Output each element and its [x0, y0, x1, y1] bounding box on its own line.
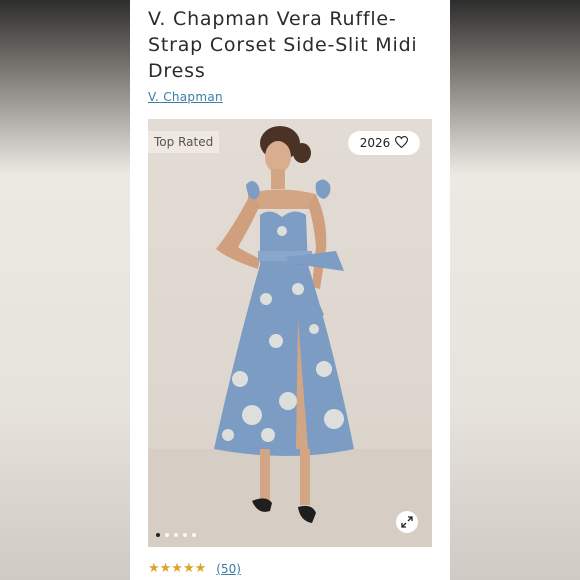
heart-icon: [395, 135, 409, 151]
brand-link[interactable]: V. Chapman: [148, 90, 223, 104]
blurred-background-left: [0, 0, 130, 580]
star-rating: ★★★★★: [148, 561, 207, 576]
product-card: V. Chapman Vera Ruffle-Strap Corset Side…: [130, 0, 450, 580]
carousel-dot[interactable]: [165, 533, 169, 537]
rating-row: ★★★★★ (50): [148, 561, 241, 576]
expand-icon: [401, 513, 413, 532]
dress-illustration: [148, 126, 432, 547]
carousel-dot[interactable]: [156, 533, 160, 537]
carousel-dot[interactable]: [174, 533, 178, 537]
favorite-button[interactable]: 2026: [348, 131, 420, 155]
carousel-dot[interactable]: [192, 533, 196, 537]
review-count-link[interactable]: (50): [216, 562, 241, 576]
favorite-count: 2026: [359, 136, 391, 150]
product-image[interactable]: Top Rated 2026: [148, 119, 432, 547]
carousel-dot[interactable]: [183, 533, 187, 537]
expand-image-button[interactable]: [396, 511, 418, 533]
top-rated-badge: Top Rated: [148, 131, 220, 153]
blurred-background-right: [450, 0, 580, 580]
product-title: V. Chapman Vera Ruffle-Strap Corset Side…: [148, 8, 418, 82]
carousel-dots: [156, 533, 196, 537]
